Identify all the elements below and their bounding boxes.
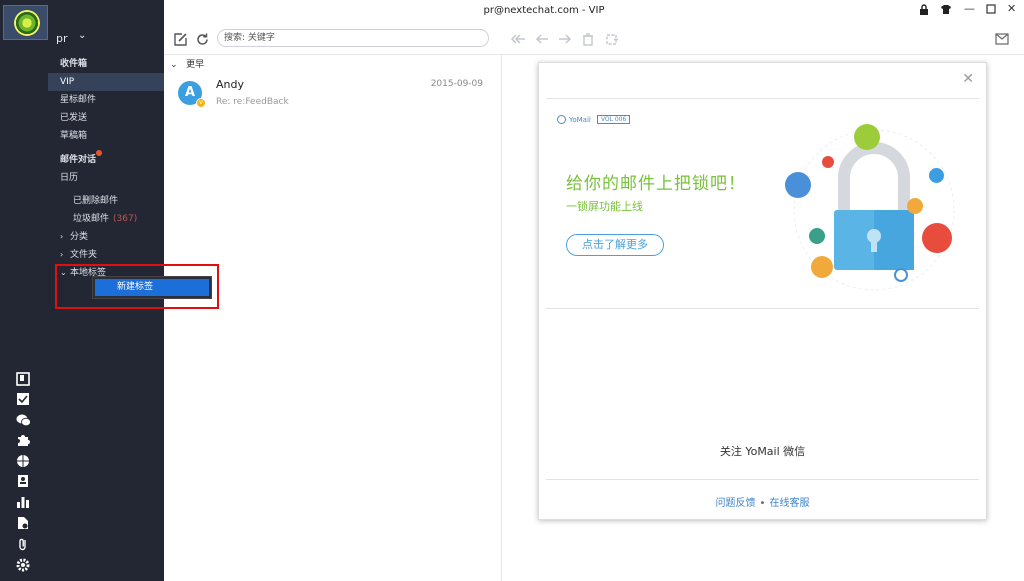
app-window: pr ⌄ 收件箱 VIP 星标邮件 已发送 草稿箱 邮件对话 日历 已删除邮件 … <box>0 0 1024 581</box>
vol-tag: VOL 006 <box>596 115 631 124</box>
sidebar-item-label: 文件夹 <box>70 250 98 260</box>
attachment-icon[interactable] <box>15 536 31 552</box>
sidebar-item-inbox[interactable]: 收件箱 <box>48 55 164 73</box>
mail-group-header[interactable]: ⌄ 更早 <box>170 57 204 70</box>
sidebar-item-spam[interactable]: 垃圾邮件 (367) <box>48 210 164 228</box>
account-name[interactable]: pr <box>56 32 68 45</box>
globe-icon[interactable] <box>15 453 31 469</box>
mail-bubble <box>929 168 944 183</box>
card-divider <box>546 308 979 309</box>
vip-badge-icon: v <box>196 98 206 108</box>
mail-icon[interactable] <box>994 31 1010 47</box>
unread-dot <box>96 150 102 156</box>
avatar-image <box>14 10 40 36</box>
pane-divider[interactable] <box>501 54 502 581</box>
chevron-right-icon[interactable]: › <box>60 246 70 264</box>
card-divider <box>546 98 979 99</box>
sidebar-item-folders[interactable]: › 文件夹 <box>48 246 164 264</box>
sidebar-item-conversations[interactable]: 邮件对话 <box>48 151 164 169</box>
lock-icon[interactable] <box>919 4 929 18</box>
follow-text: 关注 YoMail 微信 <box>719 445 806 458</box>
chevron-right-icon[interactable]: › <box>60 228 70 246</box>
wechat-icon[interactable] <box>15 412 31 428</box>
minimize-icon[interactable]: — <box>964 2 975 15</box>
sidebar-item-label: 已发送 <box>60 113 88 123</box>
puzzle-icon[interactable] <box>15 432 31 448</box>
toolbar-divider <box>164 54 1024 55</box>
play-bubble <box>822 156 834 168</box>
learn-more-button[interactable]: 点击了解更多 <box>566 234 664 256</box>
sidebar-item-label: VIP <box>60 77 75 87</box>
mail-group-label: 更早 <box>186 60 205 70</box>
settings-icon[interactable] <box>15 557 31 573</box>
sidebar-item-label: 草稿箱 <box>60 131 88 141</box>
tasks-icon[interactable] <box>15 391 31 407</box>
chevron-down-icon[interactable]: ⌄ <box>78 30 86 41</box>
title-bar: pr@nextechat.com - VIP — ✕ <box>164 0 1024 22</box>
search-bubble <box>894 268 908 282</box>
context-menu-item-new-tag[interactable]: 新建标签 <box>95 279 209 296</box>
close-icon[interactable]: ✕ <box>962 71 974 87</box>
toolbar: 搜索: 关键字 <box>164 24 1024 54</box>
card-divider <box>546 479 979 480</box>
notes-icon[interactable] <box>15 371 31 387</box>
banner-subtitle: 一锁屏功能上线 <box>566 200 643 213</box>
sidebar-item-sent[interactable]: 已发送 <box>48 109 164 127</box>
sidebar-item-categories[interactable]: › 分类 <box>48 228 164 246</box>
refresh-icon[interactable] <box>194 31 210 47</box>
sidebar-item-label: 垃圾邮件 <box>73 214 110 224</box>
sidebar-item-label: 收件箱 <box>60 59 88 69</box>
promo-card: ✕ YoMail VOL 006 给你的邮件上把锁吧！ 一锁屏功能上线 点击了解… <box>538 62 987 520</box>
tablet-bubble <box>785 172 811 198</box>
yomail-logo: YoMail VOL 006 <box>557 115 631 124</box>
mail-subject: Re: re:FeedBack <box>216 97 289 107</box>
compose-icon[interactable] <box>172 31 188 47</box>
logo-text: YoMail <box>569 115 591 124</box>
trash-icon[interactable] <box>580 31 596 47</box>
contacts-icon[interactable] <box>15 473 31 489</box>
mail-date: 2015-09-09 <box>430 79 483 89</box>
avatar[interactable] <box>3 5 48 40</box>
spam-count: (367) <box>113 214 138 224</box>
window-title: pr@nextechat.com - VIP <box>483 5 605 16</box>
search-input[interactable]: 搜索: 关键字 <box>217 29 489 47</box>
android-bubble <box>809 228 825 244</box>
banner-title: 给你的邮件上把锁吧！ <box>566 174 746 194</box>
mail-sender: Andy <box>216 78 244 91</box>
sidebar-item-label: 邮件对话 <box>60 155 97 165</box>
sidebar-item-label: 日历 <box>60 173 79 183</box>
sidebar-item-starred[interactable]: 星标邮件 <box>48 91 164 109</box>
list-item[interactable]: A v Andy 2015-09-09 Re: re:FeedBack <box>164 72 501 117</box>
footer-separator: • <box>759 498 766 509</box>
reply-all-icon[interactable] <box>510 31 526 47</box>
close-icon[interactable]: ✕ <box>1007 2 1016 15</box>
stats-icon[interactable] <box>15 494 31 510</box>
skin-icon[interactable] <box>940 4 952 18</box>
sidebar-item-label: 已删除邮件 <box>73 196 119 206</box>
chevron-down-icon: ⌄ <box>170 60 178 70</box>
context-menu: 新建标签 <box>92 276 212 299</box>
files-icon[interactable] <box>15 515 31 531</box>
user-bubble <box>907 198 923 214</box>
sidebar-item-label: 星标邮件 <box>60 95 97 105</box>
logo-icon <box>557 115 566 124</box>
sidebar-item-label: 分类 <box>70 232 89 242</box>
card-bubble <box>811 256 833 278</box>
support-link[interactable]: 在线客服 <box>769 498 809 509</box>
maximize-icon[interactable] <box>986 4 996 17</box>
sidebar-item-drafts[interactable]: 草稿箱 <box>48 127 164 145</box>
lock-illustration <box>769 118 979 303</box>
feedback-link[interactable]: 问题反馈 <box>716 498 756 509</box>
sidebar-item-vip[interactable]: VIP <box>48 73 164 91</box>
move-icon[interactable] <box>604 31 620 47</box>
password-bubble <box>922 223 952 253</box>
sidebar-item-deleted[interactable]: 已删除邮件 <box>48 192 164 210</box>
reply-icon[interactable] <box>534 31 550 47</box>
sidebar-item-calendar[interactable]: 日历 <box>48 169 164 187</box>
forward-icon[interactable] <box>557 31 573 47</box>
monitor-bubble <box>854 124 880 150</box>
card-footer: 问题反馈 • 在线客服 <box>539 494 986 509</box>
